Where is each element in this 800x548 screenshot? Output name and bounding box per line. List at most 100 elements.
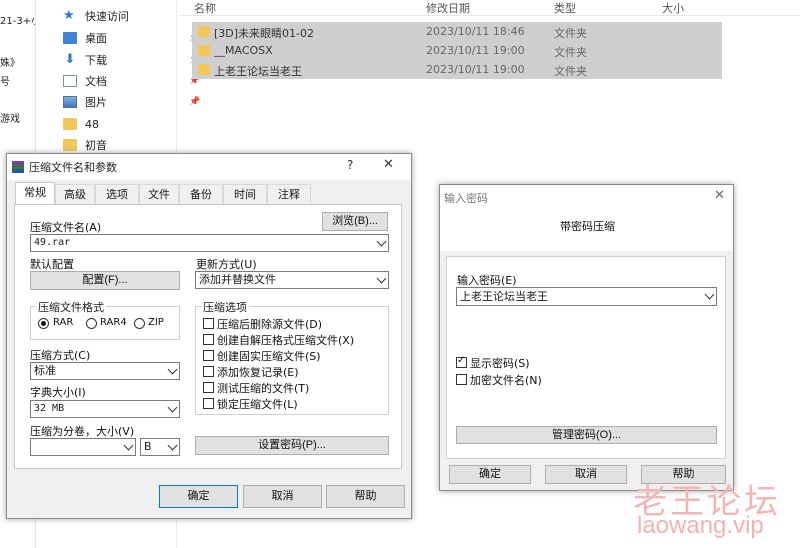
- folder-icon: [198, 45, 210, 56]
- file-list-header: 名称 修改日期 类型 大小: [178, 0, 800, 16]
- chevron-down-icon[interactable]: [376, 236, 387, 247]
- option-checkbox[interactable]: [203, 398, 214, 409]
- option-label: 锁定压缩文件(L): [217, 398, 298, 411]
- options-group-title: 压缩选项: [201, 299, 249, 315]
- document-icon: [63, 75, 77, 87]
- file-name: 上老王论坛当老王: [214, 65, 302, 78]
- chevron-down-icon[interactable]: [167, 402, 178, 413]
- dict-value: 32 MB: [34, 403, 65, 414]
- nav-item-folder-48[interactable]: 48: [63, 114, 99, 134]
- organize-passwords-button[interactable]: 管理密码(O)...: [456, 426, 717, 444]
- truncated-text: 号: [0, 77, 10, 88]
- nav-item-folder-miku[interactable]: 初音: [63, 135, 107, 155]
- option-label: 压缩后删除源文件(D): [217, 318, 323, 331]
- cancel-button[interactable]: 取消: [243, 485, 322, 508]
- dict-label: 字典大小(I): [30, 386, 86, 399]
- option-label: 测试压缩的文件(T): [217, 382, 310, 395]
- file-type: 文件夹: [554, 27, 587, 40]
- format-radio-rar[interactable]: [38, 318, 49, 329]
- winrar-icon: [12, 161, 24, 173]
- file-name: [3D]未来眼睛01-02: [214, 27, 315, 40]
- tab-options[interactable]: 选项: [95, 184, 139, 204]
- profiles-button[interactable]: 配置(F)...: [30, 271, 180, 290]
- split-unit-value: B: [144, 440, 152, 453]
- file-type: 文件夹: [554, 65, 587, 78]
- file-row[interactable]: __MACOSX 2023/10/11 19:00 文件夹: [192, 41, 722, 60]
- column-size[interactable]: 大小: [662, 0, 684, 16]
- option-checkbox[interactable]: [203, 366, 214, 377]
- tab-general[interactable]: 常规: [15, 182, 55, 205]
- option-label: 创建自解压格式压缩文件(X): [217, 334, 355, 347]
- close-icon[interactable]: ✕: [383, 157, 394, 172]
- format-label: RAR: [53, 317, 74, 328]
- dict-select[interactable]: 32 MB: [30, 400, 180, 418]
- show-password-label: 显示密码(S): [470, 357, 530, 370]
- ok-button[interactable]: 确定: [159, 485, 238, 508]
- archive-name-label: 压缩文件名(A): [30, 221, 102, 234]
- password-ok-button[interactable]: 确定: [449, 465, 531, 484]
- show-password-checkbox[interactable]: [456, 355, 467, 368]
- file-name: __MACOSX: [214, 44, 273, 57]
- set-password-button[interactable]: 设置密码(P)...: [195, 436, 389, 455]
- watermark-url: laowang.vip: [637, 512, 764, 539]
- method-label: 压缩方式(C): [30, 349, 91, 362]
- nav-item-downloads[interactable]: ⬇ 下载 📌: [63, 50, 201, 70]
- password-cancel-button[interactable]: 取消: [545, 465, 627, 484]
- archive-name-value: 49.rar: [34, 237, 71, 248]
- chevron-down-icon[interactable]: [167, 364, 178, 375]
- column-type[interactable]: 类型: [554, 0, 576, 16]
- file-row[interactable]: 上老王论坛当老王 2023/10/11 19:00 文件夹: [192, 60, 722, 79]
- tab-time[interactable]: 时间: [223, 184, 267, 204]
- folder-icon: [63, 118, 77, 130]
- folder-icon: [63, 139, 77, 151]
- browse-button[interactable]: 浏览(B)...: [322, 212, 388, 231]
- option-checkbox[interactable]: [203, 350, 214, 361]
- nav-item-pictures[interactable]: 图片 📌: [63, 92, 200, 112]
- encrypt-names-label: 加密文件名(N): [470, 374, 542, 387]
- column-modified[interactable]: 修改日期: [426, 0, 470, 16]
- truncated-text: 姝》: [0, 58, 20, 69]
- chevron-down-icon[interactable]: [704, 289, 715, 300]
- nav-label: 快速访问: [85, 10, 129, 23]
- update-mode-select[interactable]: 添加并替换文件: [195, 271, 389, 289]
- split-size-input[interactable]: [30, 438, 136, 456]
- format-label: ZIP: [148, 317, 164, 328]
- format-radio-zip[interactable]: [134, 318, 145, 329]
- tab-files[interactable]: 文件: [139, 184, 179, 204]
- method-select[interactable]: 标准: [30, 362, 180, 380]
- option-checkbox[interactable]: [203, 382, 214, 393]
- nav-item-desktop[interactable]: 桌面 📌: [63, 28, 200, 48]
- password-input[interactable]: 上老王论坛当老王: [456, 287, 717, 306]
- nav-label: 48: [85, 117, 99, 131]
- folder-icon: [198, 26, 210, 37]
- file-row[interactable]: [3D]未来眼睛01-02 2023/10/11 18:46 文件夹: [192, 22, 722, 41]
- dialog-titlebar: 输入密码 ✕: [440, 185, 733, 209]
- star-icon: ★: [63, 8, 75, 23]
- archive-name-input[interactable]: 49.rar: [30, 234, 389, 252]
- chevron-down-icon[interactable]: [123, 440, 134, 451]
- format-label: RAR4: [100, 317, 127, 328]
- split-unit-select[interactable]: B: [140, 438, 180, 456]
- encrypt-names-checkbox[interactable]: [456, 374, 467, 385]
- nav-label: 桌面: [85, 32, 107, 45]
- format-radio-rar4[interactable]: [86, 318, 97, 329]
- dialog-title: 压缩文件名和参数: [29, 161, 117, 174]
- nav-label: 初音: [85, 139, 107, 152]
- column-name[interactable]: 名称: [194, 0, 216, 16]
- chevron-down-icon[interactable]: [376, 273, 387, 284]
- tab-backup[interactable]: 备份: [179, 184, 223, 204]
- help-button[interactable]: 帮助: [326, 485, 405, 508]
- password-value: 上老王论坛当老王: [460, 290, 548, 303]
- option-checkbox[interactable]: [203, 334, 214, 345]
- chevron-down-icon[interactable]: [167, 440, 178, 451]
- nav-item-quick-access[interactable]: ★ 快速访问: [63, 6, 129, 26]
- option-checkbox[interactable]: [203, 318, 214, 329]
- file-modified: 2023/10/11 19:00: [426, 63, 525, 76]
- method-value: 标准: [34, 364, 56, 377]
- truncated-text: 21-3+小: [0, 16, 35, 27]
- nav-item-documents[interactable]: 文档 📌: [63, 71, 200, 91]
- help-icon[interactable]: ?: [347, 158, 353, 172]
- close-icon[interactable]: ✕: [714, 188, 725, 203]
- tab-comment[interactable]: 注释: [267, 184, 311, 204]
- tab-advanced[interactable]: 高级: [55, 184, 95, 204]
